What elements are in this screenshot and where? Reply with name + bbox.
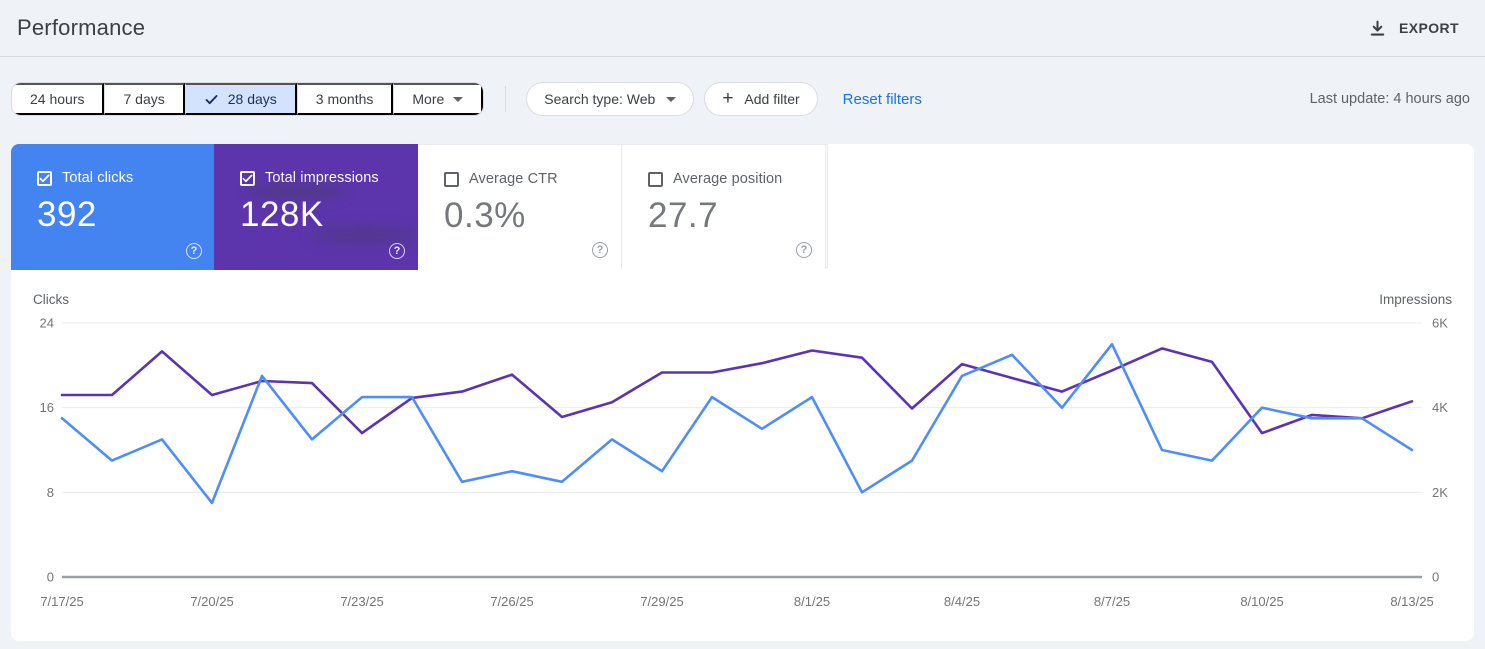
range-more-dropdown[interactable]: More	[393, 83, 484, 115]
check-icon	[204, 92, 219, 107]
range-24-hours[interactable]: 24 hours	[12, 83, 105, 115]
range-label: 7 days	[123, 91, 165, 107]
range-3-months[interactable]: 3 months	[296, 83, 394, 115]
reset-filters-link[interactable]: Reset filters	[843, 91, 922, 108]
caret-down-icon	[666, 96, 677, 102]
metric-value: 0.3%	[444, 196, 526, 235]
checkbox-checked-icon[interactable]	[37, 170, 52, 186]
x-axis-tick-label: 8/10/25	[1240, 594, 1283, 609]
metric-cards-row: Total clicks 392 ? Total impressions 128…	[11, 144, 828, 270]
help-icon[interactable]: ?	[796, 242, 812, 258]
search-type-dropdown[interactable]: Search type: Web	[526, 82, 695, 116]
left-axis-title: Clicks	[33, 292, 69, 307]
metric-label: Total clicks	[62, 170, 134, 186]
metric-value: 392	[37, 195, 97, 234]
checkbox-unchecked-icon[interactable]	[648, 171, 663, 187]
impressions-series-line[interactable]	[60, 347, 1414, 435]
metric-label: Total impressions	[265, 170, 379, 186]
plus-icon: +	[722, 87, 734, 109]
x-axis-tick-label: 7/26/25	[490, 594, 533, 609]
left-axis-tick-label: 24	[40, 316, 54, 331]
right-axis-tick-label: 4K	[1432, 400, 1448, 415]
x-axis-tick-label: 7/29/25	[640, 594, 683, 609]
add-filter-label: Add filter	[744, 91, 800, 107]
right-axis-title: Impressions	[1379, 292, 1452, 307]
date-range-group: 24 hours 7 days 28 days 3 months More	[11, 82, 485, 116]
download-icon	[1369, 20, 1386, 37]
right-axis-tick-label: 2K	[1432, 485, 1448, 500]
search-type-label: Search type: Web	[544, 91, 656, 107]
range-label: 3 months	[315, 91, 374, 107]
help-icon[interactable]: ?	[592, 242, 608, 258]
caret-down-icon	[453, 96, 464, 102]
total-impressions-card[interactable]: Total impressions 128K ?	[214, 144, 418, 270]
range-28-days[interactable]: 28 days	[184, 83, 297, 115]
left-axis-tick-label: 16	[40, 400, 54, 415]
average-position-card[interactable]: Average position 27.7 ?	[622, 145, 826, 269]
metric-value: 27.7	[648, 196, 719, 235]
performance-chart[interactable]: 24 16 8 0 6K 4K 2K 0 Clicks Impressions 7/17/25 7/2…	[0, 290, 1485, 635]
average-ctr-card[interactable]: Average CTR 0.3% ?	[418, 145, 622, 269]
x-axis-tick-label: 7/23/25	[340, 594, 383, 609]
card-header: Average CTR	[444, 171, 621, 187]
left-axis-tick-label: 0	[47, 570, 54, 585]
help-icon[interactable]: ?	[389, 243, 405, 259]
right-axis-tick-label: 0	[1432, 570, 1439, 585]
range-label: 24 hours	[30, 91, 85, 107]
export-button[interactable]: EXPORT	[1369, 20, 1459, 37]
left-axis-tick-label: 8	[47, 485, 54, 500]
x-axis-tick-label: 8/4/25	[944, 594, 980, 609]
page-header: Performance EXPORT	[0, 0, 1485, 57]
x-axis-tick-label: 8/1/25	[794, 594, 830, 609]
filter-divider	[505, 86, 507, 112]
search-console-performance-page: Performance EXPORT 24 hours 7 days 28 da…	[0, 0, 1485, 649]
help-icon[interactable]: ?	[186, 243, 202, 259]
card-header: Total clicks	[37, 170, 215, 186]
card-header: Total impressions	[240, 170, 418, 186]
range-label: 28 days	[227, 91, 277, 107]
range-7-days[interactable]: 7 days	[104, 83, 185, 115]
x-axis-tick-label: 8/13/25	[1390, 594, 1433, 609]
last-update-text: Last update: 4 hours ago	[1309, 91, 1470, 107]
right-axis-tick-label: 6K	[1432, 316, 1448, 331]
filter-bar: 24 hours 7 days 28 days 3 months More Se…	[11, 82, 1470, 116]
card-header: Average position	[648, 171, 825, 187]
checkbox-checked-icon[interactable]	[240, 170, 255, 186]
total-clicks-card[interactable]: Total clicks 392 ?	[11, 144, 215, 270]
metric-label: Average position	[673, 171, 783, 187]
add-filter-button[interactable]: + Add filter	[704, 82, 818, 116]
x-axis-tick-label: 7/17/25	[40, 594, 83, 609]
x-axis-tick-label: 7/20/25	[190, 594, 233, 609]
metric-label: Average CTR	[469, 171, 558, 187]
range-label: More	[412, 91, 445, 107]
metric-value: 128K	[240, 195, 324, 234]
checkbox-unchecked-icon[interactable]	[444, 171, 459, 187]
page-title: Performance	[17, 15, 146, 40]
x-axis-tick-label: 8/7/25	[1094, 594, 1130, 609]
export-label: EXPORT	[1399, 20, 1459, 36]
